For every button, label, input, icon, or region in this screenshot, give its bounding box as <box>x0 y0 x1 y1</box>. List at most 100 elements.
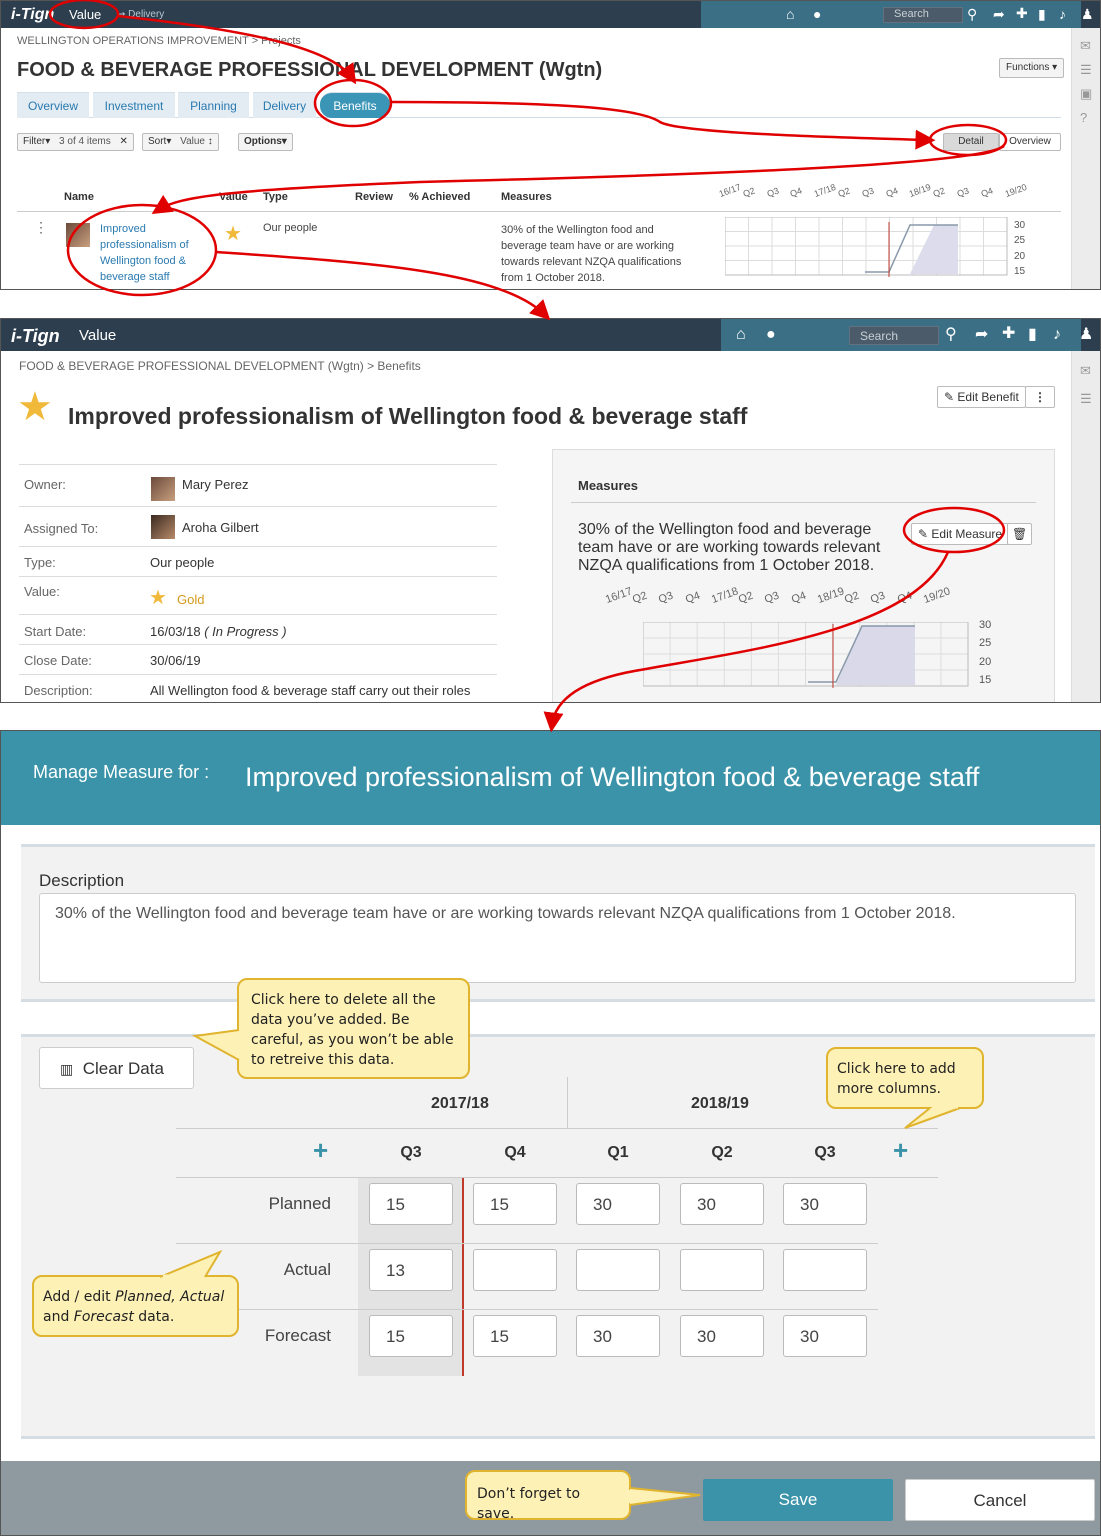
col-value[interactable]: Value <box>219 191 248 203</box>
start-status: ( In Progress ) <box>204 624 287 639</box>
assigned-link[interactable]: Aroha Gilbert <box>182 520 259 535</box>
owner-link[interactable]: Mary Perez <box>182 477 248 492</box>
user-icon[interactable]: ♟ <box>1081 7 1094 21</box>
quarter-label: Q3 <box>656 589 675 606</box>
tab-benefits[interactable]: Benefits <box>320 92 390 118</box>
dialog-header: Manage Measure for : Improved profession… <box>1 731 1100 825</box>
chat-icon[interactable]: ✉ <box>1080 363 1091 379</box>
share-icon[interactable]: ➦ <box>993 7 1005 21</box>
bookmark-icon[interactable]: ▮ <box>1038 7 1046 21</box>
tab-investment[interactable]: Investment <box>93 92 175 118</box>
share-icon[interactable]: ➦ <box>975 327 988 343</box>
overview-view-button[interactable]: Overview <box>999 133 1061 151</box>
row-menu-icon[interactable]: ⋮ <box>34 219 48 236</box>
functions-button[interactable]: Functions ▾ <box>999 58 1065 78</box>
y-tick: 30 <box>979 619 992 631</box>
cell-planned-4[interactable]: 30 <box>783 1183 867 1225</box>
cell-planned-1[interactable]: 15 <box>473 1183 557 1225</box>
app-menu-value[interactable]: Value <box>79 327 116 344</box>
add-column-right-icon[interactable]: + <box>893 1137 908 1163</box>
cell-actual-0[interactable]: 13 <box>369 1249 453 1291</box>
delete-measure-button[interactable]: 🗑 <box>1007 523 1033 545</box>
quarter-header: Q2 <box>711 1144 733 1161</box>
tab-overview[interactable]: Overview <box>17 92 89 118</box>
edit-benefit-button[interactable]: ✎ Edit Benefit <box>937 386 1026 408</box>
quarter-axis-labels: 16/17 Q2 Q3 Q4 17/18 Q2 Q3 Q4 18/19 Q2 Q3 Q4 19/20 <box>718 182 1031 207</box>
quarter-label: 16/17 <box>603 585 634 606</box>
cell-actual-1[interactable] <box>473 1249 557 1291</box>
search-icon[interactable]: ⚲ <box>967 7 977 21</box>
callout-text: data. <box>133 1309 175 1325</box>
cell-actual-4[interactable] <box>783 1249 867 1291</box>
breadcrumb[interactable]: FOOD & BEVERAGE PROFESSIONAL DEVELOPMENT… <box>19 359 421 373</box>
cell-forecast-0[interactable]: 15 <box>369 1315 453 1357</box>
row-divider <box>176 1309 878 1310</box>
globe-icon[interactable]: ● <box>813 7 821 21</box>
cell-forecast-1[interactable]: 15 <box>473 1315 557 1357</box>
benefit-name-link[interactable]: Improved professionalism of Wellington f… <box>100 221 200 285</box>
tab-planning[interactable]: Planning <box>178 92 249 118</box>
tab-delivery[interactable]: Delivery <box>253 92 316 118</box>
search-input[interactable]: Search <box>849 326 939 345</box>
list-icon[interactable]: ☰ <box>1080 391 1092 407</box>
filter-button[interactable]: Filter▾ 3 of 4 items ✕ <box>17 133 134 151</box>
add-icon[interactable]: ✚ <box>1016 6 1028 20</box>
quarter-label: 16/17 <box>717 181 743 199</box>
bell-icon[interactable]: ♪ <box>1059 7 1066 21</box>
quarter-label: Q4 <box>884 185 899 199</box>
callout-text: Add / edit <box>43 1289 116 1305</box>
cell-forecast-4[interactable]: 30 <box>783 1315 867 1357</box>
globe-icon[interactable]: ● <box>766 327 776 343</box>
quarter-label: Q2 <box>842 589 861 606</box>
clear-filter-icon[interactable]: ✕ <box>120 136 128 147</box>
cell-planned-3[interactable]: 30 <box>680 1183 764 1225</box>
add-icon[interactable]: ✚ <box>1002 326 1015 342</box>
col-measures[interactable]: Measures <box>501 191 552 203</box>
cell-planned-0[interactable]: 15 <box>369 1183 453 1225</box>
save-button[interactable]: Save <box>703 1479 893 1521</box>
search-icon[interactable]: ⚲ <box>945 327 957 343</box>
col-name[interactable]: Name <box>64 191 94 203</box>
description-row: Description: All Wellington food & bever… <box>19 675 497 702</box>
quarter-label: Q3 <box>955 185 971 199</box>
home-icon[interactable]: ⌂ <box>736 327 746 343</box>
search-input[interactable]: Search <box>883 7 963 23</box>
year-label: 2017/18 <box>431 1095 489 1112</box>
measures-divider <box>571 502 1036 503</box>
more-actions-button[interactable]: ⋮ <box>1025 386 1055 408</box>
start-date: 16/03/18 <box>150 624 201 639</box>
quarter-label: 18/19 <box>815 585 846 606</box>
sort-button[interactable]: Sort▾ Value ↕ <box>142 133 219 151</box>
cell-actual-2[interactable] <box>576 1249 660 1291</box>
breadcrumb[interactable]: WELLINGTON OPERATIONS IMPROVEMENT > Proj… <box>17 35 301 47</box>
cell-actual-3[interactable] <box>680 1249 764 1291</box>
options-button[interactable]: Options▾ <box>238 133 293 151</box>
close-date-value: 30/06/19 <box>150 653 201 668</box>
chat-icon[interactable]: ✉ <box>1080 38 1091 54</box>
col-review[interactable]: Review <box>355 191 393 203</box>
edit-measure-button[interactable]: ✎ Edit Measure <box>911 523 1010 545</box>
delivery-link[interactable]: ↦ Delivery <box>117 9 164 20</box>
bell-icon[interactable]: ♪ <box>1053 327 1061 343</box>
quarter-label: Q3 <box>860 185 876 199</box>
app-menu-value[interactable]: Value <box>69 7 101 22</box>
user-icon[interactable]: ♟ <box>1079 327 1093 343</box>
list-icon[interactable]: ☰ <box>1080 62 1092 78</box>
clear-data-button[interactable]: ▥ Clear Data <box>39 1047 194 1089</box>
help-icon[interactable]: ? <box>1080 110 1087 125</box>
quarter-label: Q2 <box>736 589 755 606</box>
description-textarea[interactable]: 30% of the Wellington food and beverage … <box>39 893 1076 983</box>
home-icon[interactable]: ⌂ <box>786 7 794 21</box>
type-row: Type: Our people <box>19 547 497 577</box>
lock-icon[interactable]: ▣ <box>1080 86 1092 102</box>
bookmark-icon[interactable]: ▮ <box>1028 327 1037 343</box>
quarter-label: 19/20 <box>921 585 952 606</box>
col-achieved[interactable]: % Achieved <box>409 191 470 203</box>
cell-forecast-3[interactable]: 30 <box>680 1315 764 1357</box>
cell-planned-2[interactable]: 30 <box>576 1183 660 1225</box>
add-column-left-icon[interactable]: + <box>313 1137 328 1163</box>
detail-view-button[interactable]: Detail <box>943 133 999 151</box>
cancel-button[interactable]: Cancel <box>905 1479 1095 1521</box>
cell-forecast-2[interactable]: 30 <box>576 1315 660 1357</box>
col-type[interactable]: Type <box>263 191 288 203</box>
